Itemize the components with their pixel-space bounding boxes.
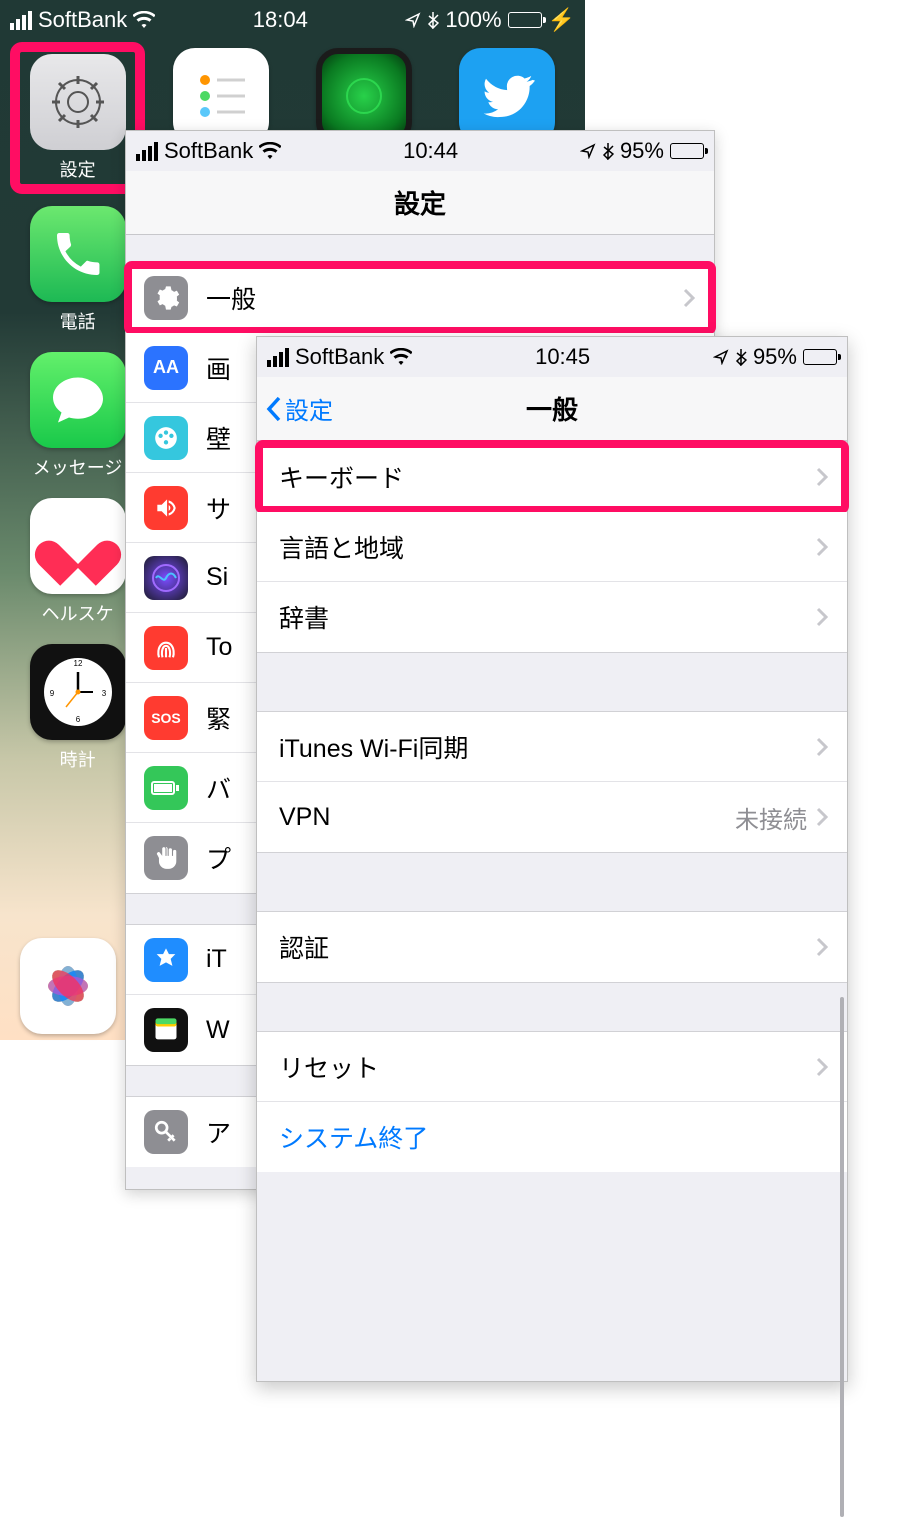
settings-icon [30, 54, 126, 150]
section-separator [257, 852, 847, 912]
chevron-right-icon [682, 287, 696, 309]
app-settings[interactable]: 設定 [16, 48, 139, 188]
battery-icon [803, 349, 837, 365]
row-itunes-wifi-sync[interactable]: iTunes Wi-Fi同期 [257, 712, 847, 782]
page-title: 一般 [526, 390, 578, 427]
clock-label: 10:45 [535, 344, 590, 370]
row-label: 一般 [206, 280, 682, 316]
location-icon [405, 12, 421, 28]
row-label: キーボード [279, 459, 815, 495]
app-label: ヘルスケ [42, 600, 114, 626]
row-label: 認証 [279, 929, 815, 965]
app-photos[interactable] [20, 938, 116, 1034]
battery-icon [508, 12, 542, 28]
gear-icon [144, 276, 188, 320]
back-label: 設定 [285, 391, 333, 426]
row-language-region[interactable]: 言語と地域 [257, 512, 847, 582]
bluetooth-icon [427, 11, 439, 29]
wifi-icon [133, 11, 155, 29]
page-title: 設定 [394, 184, 446, 221]
scroll-indicator[interactable] [840, 997, 844, 1517]
svg-text:3: 3 [101, 689, 106, 698]
hand-icon [144, 836, 188, 880]
row-general[interactable]: 一般 [126, 263, 714, 333]
carrier-label: SoftBank [38, 7, 127, 33]
app-label: 設定 [60, 156, 96, 182]
fingerprint-icon [144, 626, 188, 670]
section-separator [257, 652, 847, 712]
chevron-right-icon [815, 806, 829, 828]
battery-pct-label: 95% [753, 344, 797, 370]
chevron-right-icon [815, 936, 829, 958]
svg-text:6: 6 [75, 715, 80, 724]
carrier-label: SoftBank [164, 138, 253, 164]
status-bar: SoftBank 10:45 95% [257, 337, 847, 377]
chevron-right-icon [815, 466, 829, 488]
battery-pct-label: 95% [620, 138, 664, 164]
bluetooth-icon [602, 142, 614, 160]
clock-label: 18:04 [253, 7, 308, 33]
row-label: 辞書 [279, 599, 815, 635]
clock-icon: 12 3 6 9 [30, 644, 126, 740]
speaker-icon [144, 486, 188, 530]
row-label: VPN [279, 803, 735, 832]
chevron-right-icon [815, 736, 829, 758]
signal-bars-icon [10, 11, 32, 30]
svg-text:12: 12 [73, 659, 82, 668]
display-icon: AA [144, 346, 188, 390]
app-label: メッセージ [33, 454, 123, 480]
clock-label: 10:44 [403, 138, 458, 164]
status-bar: SoftBank 10:44 95% [126, 131, 714, 171]
sos-icon: SOS [144, 696, 188, 740]
battery-pct-label: 100% [445, 7, 501, 33]
appstore-icon [144, 938, 188, 982]
messages-icon [30, 352, 126, 448]
row-shutdown[interactable]: システム終了 [257, 1102, 847, 1172]
section-separator [257, 982, 847, 1032]
wallet-icon [144, 1008, 188, 1052]
battery-icon [144, 766, 188, 810]
battery-icon [670, 143, 704, 159]
app-phone[interactable]: 電話 [16, 206, 139, 334]
row-dictionary[interactable]: 辞書 [257, 582, 847, 652]
app-label: 時計 [60, 746, 96, 772]
row-keyboard[interactable]: キーボード [257, 442, 847, 512]
siri-icon [144, 556, 188, 600]
app-messages[interactable]: メッセージ [16, 352, 139, 480]
status-bar: SoftBank 18:04 100% ⚡ [0, 0, 585, 40]
location-icon [713, 349, 729, 365]
row-label: システム終了 [279, 1119, 829, 1155]
charging-icon: ⚡ [548, 7, 575, 33]
row-vpn[interactable]: VPN 未接続 [257, 782, 847, 852]
row-value: 未接続 [735, 800, 807, 835]
svg-text:9: 9 [49, 689, 54, 698]
photos-icon [20, 938, 116, 1034]
row-label: リセット [279, 1049, 815, 1085]
chevron-right-icon [815, 1056, 829, 1078]
health-icon [30, 498, 126, 594]
location-icon [580, 143, 596, 159]
app-clock[interactable]: 12 3 6 9 時計 [16, 644, 139, 772]
row-label: 言語と地域 [279, 529, 815, 565]
app-health[interactable]: ヘルスケ [16, 498, 139, 626]
chevron-right-icon [815, 536, 829, 558]
signal-bars-icon [136, 142, 158, 161]
row-label: iTunes Wi-Fi同期 [279, 729, 815, 765]
wifi-icon [390, 348, 412, 366]
carrier-label: SoftBank [295, 344, 384, 370]
phone-icon [30, 206, 126, 302]
signal-bars-icon [267, 348, 289, 367]
nav-bar: 設定 一般 [257, 377, 847, 441]
app-label: 電話 [60, 308, 96, 334]
bluetooth-icon [735, 348, 747, 366]
wallpaper-icon [144, 416, 188, 460]
key-icon [144, 1110, 188, 1154]
nav-bar: 設定 [126, 171, 714, 235]
row-auth[interactable]: 認証 [257, 912, 847, 982]
wifi-icon [259, 142, 281, 160]
chevron-right-icon [815, 606, 829, 628]
row-reset[interactable]: リセット [257, 1032, 847, 1102]
back-button[interactable]: 設定 [265, 377, 333, 440]
general-panel: SoftBank 10:45 95% 設定 一般 キーボード 言語と地域 辞書 [256, 336, 848, 1382]
